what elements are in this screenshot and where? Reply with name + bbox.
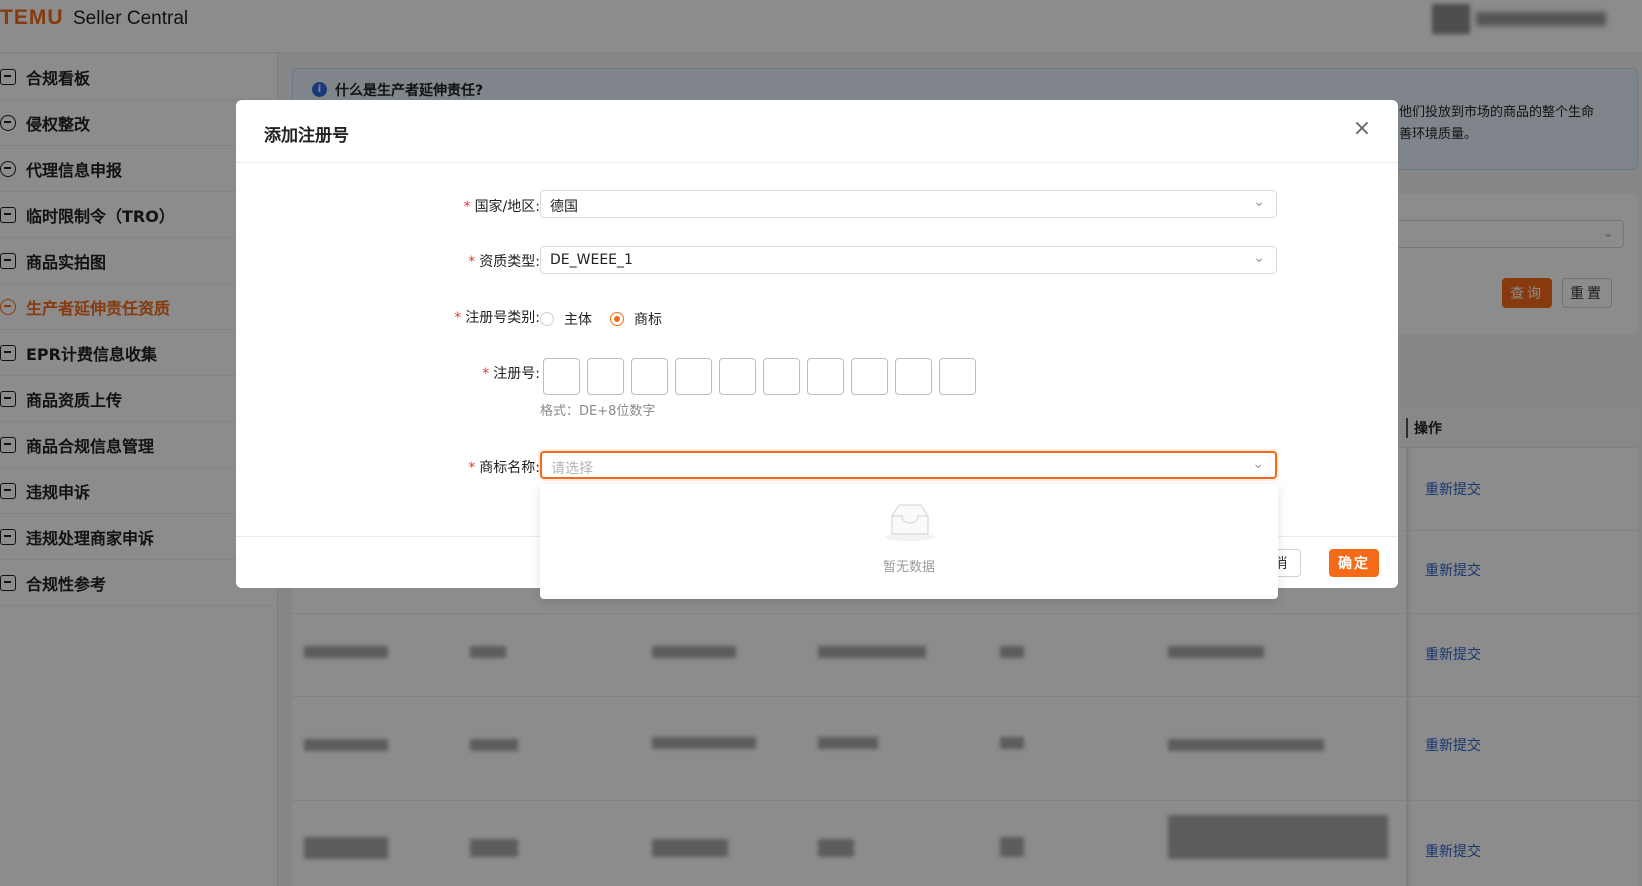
- reg-number-digit[interactable]: [851, 358, 888, 395]
- field-label-reg-category: * 注册号类别:: [454, 310, 540, 326]
- reg-number-digit[interactable]: [807, 358, 844, 395]
- chevron-down-icon: ⌄: [1252, 456, 1264, 472]
- radio-label: 主体: [564, 312, 592, 328]
- required-mark: *: [454, 310, 462, 326]
- reg-number-hint: 格式：DE+8位数字: [540, 404, 656, 419]
- reg-number-digit[interactable]: [543, 358, 580, 395]
- brand-dropdown-panel: 暂无数据: [540, 484, 1278, 599]
- empty-inbox-icon: [885, 504, 935, 541]
- reg-number-digit[interactable]: [719, 358, 756, 395]
- reg-number-digit[interactable]: [675, 358, 712, 395]
- reg-number-digit[interactable]: [895, 358, 932, 395]
- required-mark: *: [468, 254, 476, 270]
- reg-number-digit[interactable]: [763, 358, 800, 395]
- qualification-select[interactable]: DE_WEEE_1 ⌄: [540, 246, 1277, 274]
- radio-circle: [610, 312, 624, 326]
- field-label-country: * 国家/地区:: [463, 199, 540, 215]
- brand-placeholder: 请选择: [551, 461, 593, 477]
- country-select[interactable]: 德国 ⌄: [540, 190, 1277, 218]
- qualification-value: DE_WEEE_1: [550, 252, 633, 268]
- field-label-qualification: * 资质类型:: [468, 254, 540, 270]
- reg-number-digit[interactable]: [631, 358, 668, 395]
- divider: [236, 162, 1398, 163]
- required-mark: *: [463, 199, 471, 215]
- close-icon[interactable]: ×: [1351, 118, 1373, 140]
- empty-state-text: 暂无数据: [882, 560, 935, 575]
- radio-entity[interactable]: 主体: [540, 309, 592, 329]
- field-label-brand: * 商标名称:: [468, 460, 540, 476]
- brand-select[interactable]: 请选择 ⌄: [540, 451, 1277, 479]
- modal-title: 添加注册号: [264, 126, 349, 146]
- radio-trademark[interactable]: 商标: [610, 309, 662, 329]
- required-mark: *: [482, 366, 490, 382]
- country-value: 德国: [550, 199, 578, 215]
- chevron-down-icon: ⌄: [1253, 250, 1265, 266]
- chevron-down-icon: ⌄: [1253, 194, 1265, 210]
- radio-label: 商标: [634, 312, 662, 328]
- radio-circle: [540, 312, 554, 326]
- field-label-reg-number: * 注册号:: [482, 366, 540, 382]
- reg-number-digit[interactable]: [939, 358, 976, 395]
- reg-number-digit[interactable]: [587, 358, 624, 395]
- required-mark: *: [468, 460, 476, 476]
- confirm-button[interactable]: 确定: [1329, 549, 1379, 577]
